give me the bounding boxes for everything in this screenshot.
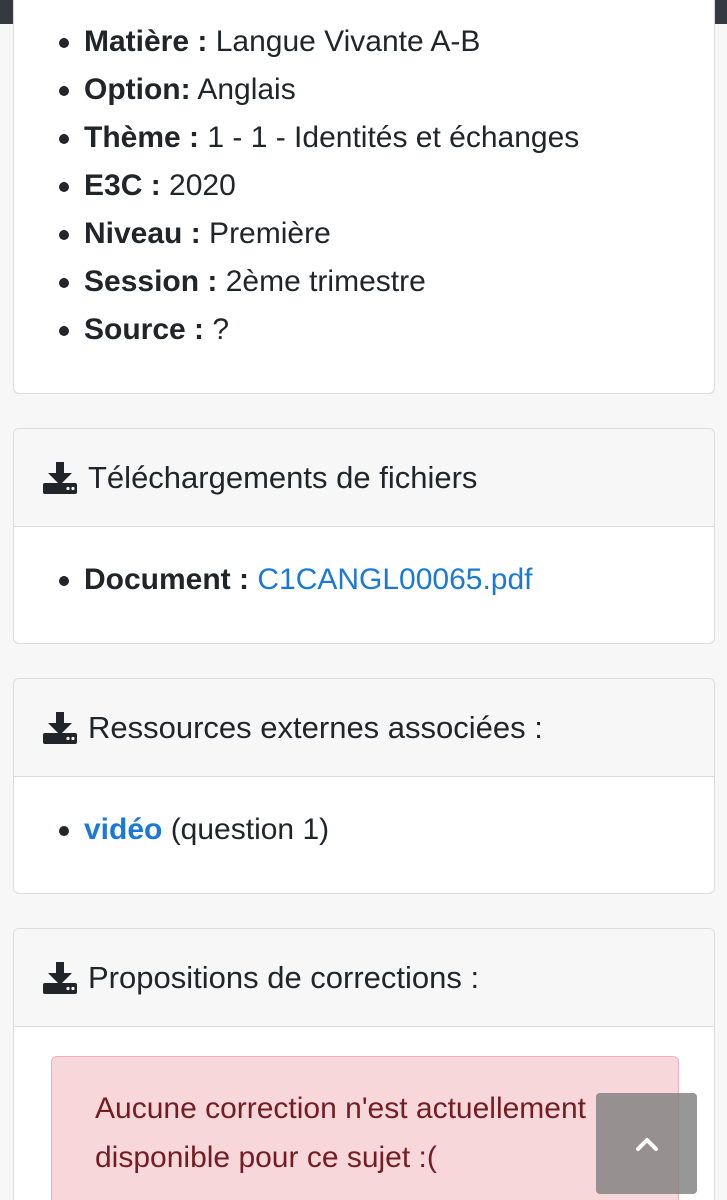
download-icon: [43, 461, 77, 494]
info-item-session: Session : 2ème trimestre: [14, 258, 714, 306]
info-item-source: Source : ?: [14, 306, 714, 354]
info-item-niveau: Niveau : Première: [14, 210, 714, 258]
resources-card-header: Ressources externes associées :: [14, 679, 714, 777]
subject-info-card: Matière : Langue Vivante A-B Option: Ang…: [13, 0, 715, 394]
document-link[interactable]: C1CANGL00065.pdf: [257, 563, 532, 596]
resources-list: vidéo (question 1): [14, 777, 714, 854]
alert-line-1: Aucune correction n'est actuellement: [95, 1092, 587, 1125]
downloads-card-header: Téléchargements de fichiers: [14, 429, 714, 527]
downloads-list: Document : C1CANGL00065.pdf: [14, 527, 714, 604]
document-item: Document : C1CANGL00065.pdf: [14, 556, 714, 604]
resource-item: vidéo (question 1): [14, 806, 714, 854]
info-item-theme: Thème : 1 - 1 - Identités et échanges: [14, 114, 714, 162]
scroll-to-top-button[interactable]: [596, 1093, 697, 1194]
info-item-e3c: E3C : 2020: [14, 162, 714, 210]
resources-card: Ressources externes associées : vidéo (q…: [13, 678, 715, 894]
video-link[interactable]: vidéo: [84, 813, 162, 846]
download-icon: [43, 711, 77, 744]
resources-title: Ressources externes associées :: [88, 709, 543, 745]
alert-line-2: disponible pour ce sujet :(: [95, 1141, 437, 1174]
corrections-title: Propositions de corrections :: [88, 959, 480, 995]
downloads-card: Téléchargements de fichiers Document : C…: [13, 428, 715, 644]
info-item-matiere: Matière : Langue Vivante A-B: [14, 18, 714, 66]
no-correction-alert: Aucune correction n'est actuellement dis…: [51, 1056, 679, 1200]
info-item-option: Option: Anglais: [14, 66, 714, 114]
corrections-card-header: Propositions de corrections :: [14, 929, 714, 1027]
download-icon: [43, 961, 77, 994]
downloads-title: Téléchargements de fichiers: [88, 459, 478, 495]
subject-info-list: Matière : Langue Vivante A-B Option: Ang…: [14, 0, 714, 354]
chevron-up-icon: [635, 1137, 658, 1151]
